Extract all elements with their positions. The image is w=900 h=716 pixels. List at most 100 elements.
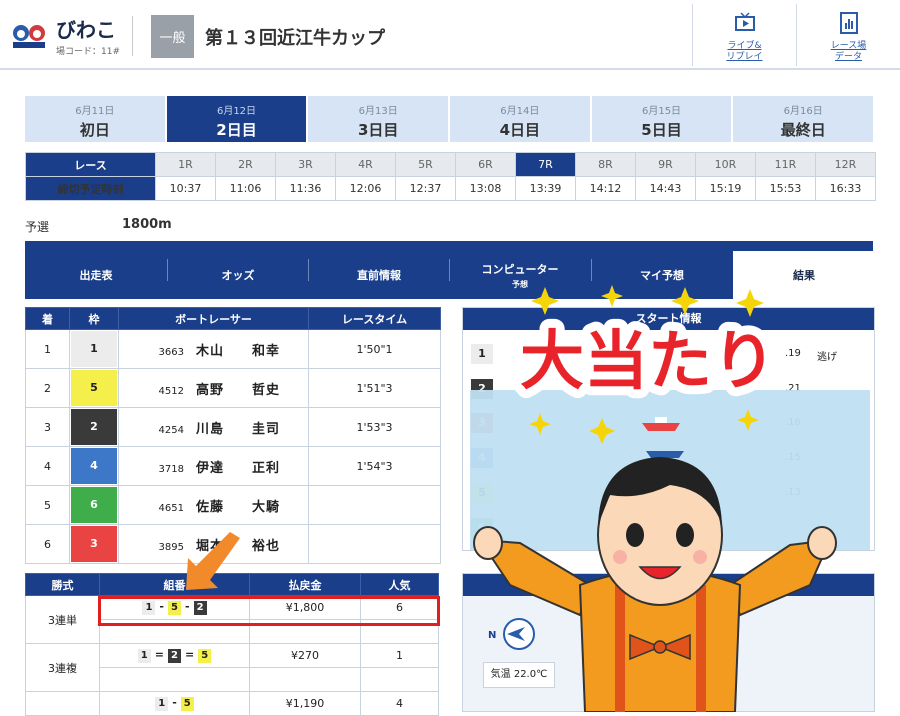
col-racer: ボートレーサー: [118, 307, 309, 330]
place: 1: [25, 329, 70, 369]
day-tab-2[interactable]: 6月12日 2日目: [166, 96, 307, 142]
day-date: 6月16日: [783, 106, 823, 117]
nav-pre-info[interactable]: 直前情報: [308, 251, 450, 299]
race-cell[interactable]: 6R: [455, 152, 516, 177]
start-row: 4.15: [471, 446, 867, 470]
race-cell[interactable]: 12R: [815, 152, 876, 177]
place: 5: [25, 485, 70, 525]
race-title: 第１３回近江牛カップ: [205, 28, 385, 49]
table-row: 3 2 4254 川島 圭司 1'53"3: [25, 407, 441, 447]
racer-cell: 4254 川島 圭司: [118, 407, 309, 447]
place: 6: [25, 524, 70, 564]
reg-number: 4651: [158, 502, 184, 514]
venue-code: 場コード：11#: [56, 47, 120, 57]
race-cell[interactable]: 2R: [215, 152, 276, 177]
water-title-left: 水面: [525, 580, 547, 593]
reg-number: 4512: [158, 385, 184, 397]
deadline-time: 13:39: [515, 176, 576, 201]
frame-cell: 2: [69, 407, 119, 447]
day-name: 5日目: [641, 121, 682, 139]
frame-cell: 1: [69, 329, 119, 369]
day-date: 6月11日: [75, 106, 115, 117]
boat-number: 6: [471, 518, 493, 538]
header-divider: [132, 16, 133, 56]
race-cell[interactable]: 1R: [155, 152, 216, 177]
venue-logo: [13, 25, 45, 48]
table-row: 1 1 3663 木山 和幸 1'50"1: [25, 329, 441, 369]
tv-icon: [734, 12, 755, 31]
nav-odds[interactable]: オッズ: [167, 251, 309, 299]
reg-number: 4254: [158, 424, 184, 436]
day-tab-6[interactable]: 6月16日 最終日: [733, 96, 874, 142]
place: 3: [25, 407, 70, 447]
payout-amount: ¥270: [249, 643, 361, 668]
day-tab-4[interactable]: 6月14日 4日目: [450, 96, 590, 142]
combo-boat: 5: [198, 649, 212, 663]
nav-results[interactable]: 結果: [733, 251, 875, 299]
combo-sep: =: [154, 648, 164, 661]
nav-entry-list[interactable]: 出走表: [25, 251, 167, 299]
table-row: 4 4 3718 伊達 正利 1'54"3: [25, 446, 441, 486]
bet-type: 3連単: [25, 595, 100, 644]
race-stage: 予選: [25, 220, 50, 234]
race-cell[interactable]: 4R: [335, 152, 396, 177]
race-cell[interactable]: 11R: [755, 152, 816, 177]
race-time: [308, 485, 441, 525]
racer-cell: 4651 佐藤 大騎: [118, 485, 309, 525]
frame-cell: 3: [69, 524, 119, 564]
start-row: 2.21: [471, 377, 867, 401]
results-table: 着 枠 ボートレーサー レースタイム 1 1 3663 木山 和幸 1'50"1 …: [25, 307, 441, 564]
venue-data-button[interactable]: レース場 データ: [796, 4, 900, 66]
boat-number: 3: [71, 526, 117, 562]
col-place: 着: [25, 307, 70, 330]
racer-name[interactable]: 高野 哲史: [196, 383, 280, 398]
payout-row: 3連複 1 = 2 = 5 ¥270 1: [25, 643, 439, 692]
boat-number: 2: [471, 379, 493, 399]
day-tab-5[interactable]: 6月15日 5日目: [591, 96, 732, 142]
deadline-time: 13:08: [455, 176, 516, 201]
racer-name[interactable]: 木山 和幸: [196, 344, 280, 359]
start-timing: .19: [785, 348, 801, 359]
boat-number: 1: [71, 331, 117, 367]
racer-name[interactable]: 川島 圭司: [196, 422, 280, 437]
col-bet-type: 勝式: [25, 573, 100, 596]
race-cell[interactable]: 8R: [575, 152, 636, 177]
water-condition-panel: 水面 返還 N 気温 22.0℃: [462, 573, 875, 712]
start-info-title: スタート情報: [463, 308, 874, 330]
pointer-arrow-icon: [186, 532, 240, 590]
nav-my-prediction[interactable]: マイ予想: [591, 251, 733, 299]
day-tab-3[interactable]: 6月13日 3日目: [308, 96, 449, 142]
nav-label: オッズ: [221, 269, 255, 282]
racer-name[interactable]: 伊達 正利: [196, 461, 280, 476]
racer-name[interactable]: 佐藤 大騎: [196, 500, 280, 515]
deadline-time: 11:06: [215, 176, 276, 201]
day-date: 6月14日: [500, 106, 540, 117]
combo-sep: =: [185, 648, 195, 661]
air-temp: 気温 22.0℃: [483, 662, 555, 688]
race-selector-table: レース 1R 2R 3R 4R 5R 6R 7R 8R 9R 10R 11R 1…: [25, 152, 876, 201]
winning-move: 逃げ: [817, 352, 837, 363]
nav-label: 出走表: [79, 269, 113, 282]
water-title-right: 返還: [763, 580, 785, 593]
live-replay-button[interactable]: ライブ& リプレイ: [692, 4, 796, 66]
venue-name: びわこ: [56, 18, 116, 42]
racer-cell: 3663 木山 和幸: [118, 329, 309, 369]
frame-cell: 6: [69, 485, 119, 525]
water-panel-title: 水面 返還: [463, 574, 874, 596]
race-cell[interactable]: 10R: [695, 152, 756, 177]
nav-label: マイ予想: [640, 269, 684, 282]
day-date: 6月13日: [358, 106, 398, 117]
race-cell-active[interactable]: 7R: [515, 152, 576, 177]
race-cell[interactable]: 3R: [275, 152, 336, 177]
start-row: 3.16: [471, 411, 867, 435]
race-cell[interactable]: 5R: [395, 152, 456, 177]
reg-number: 3895: [158, 541, 184, 553]
day-date: 6月12日: [216, 106, 257, 117]
combo-boat: 1: [137, 649, 151, 663]
day-tab-1[interactable]: 6月11日 初日: [25, 96, 165, 142]
race-cell[interactable]: 9R: [635, 152, 696, 177]
racer-cell: 4512 高野 哲史: [118, 368, 309, 408]
nav-computer-prediction[interactable]: コンピューター 予想: [449, 251, 591, 299]
race-time: 1'50"1: [308, 329, 441, 369]
combo-boat: 5: [180, 697, 194, 711]
